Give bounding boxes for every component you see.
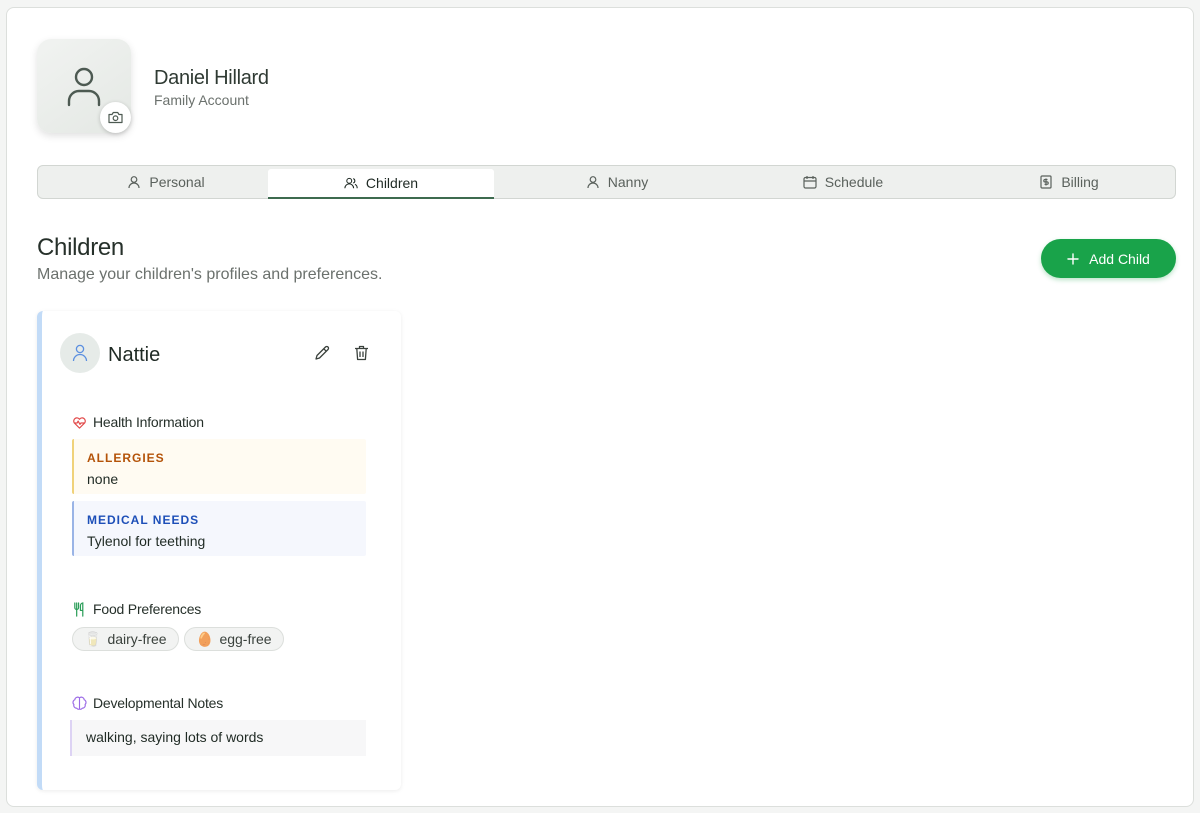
developmental-notes-value: walking, saying lots of words <box>86 729 264 745</box>
section-subtitle: Manage your children's profiles and pref… <box>37 266 383 283</box>
tab-label: Billing <box>1061 174 1099 190</box>
plus-icon <box>1067 252 1079 265</box>
child-card: Nattie Health Information ALLERGIES none… <box>37 311 401 790</box>
utensils-icon <box>74 601 84 617</box>
edit-child-button[interactable] <box>312 343 332 363</box>
delete-child-button[interactable] <box>351 343 371 363</box>
food-heading: Food Preferences <box>72 601 201 617</box>
tab-label: Schedule <box>824 174 884 190</box>
account-type: Family Account <box>154 92 249 108</box>
medical-needs-box: MEDICAL NEEDS Tylenol for teething <box>72 501 366 556</box>
profile-tabs: Personal Children Nanny Schedule Billing <box>37 165 1176 199</box>
chip-emoji: 🥚 <box>196 630 214 647</box>
tab-label: Personal <box>149 174 205 190</box>
tab-label: Children <box>365 175 419 191</box>
food-chip: 🥛 dairy-free <box>72 627 179 651</box>
pencil-icon <box>315 345 330 360</box>
profile-panel: Daniel Hillard Family Account Personal C… <box>6 7 1194 807</box>
tab-children[interactable]: Children <box>268 169 494 199</box>
chip-label: dairy-free <box>107 631 167 647</box>
profile-name: Daniel Hillard <box>154 67 269 89</box>
developmental-heading-label: Developmental Notes <box>93 695 224 711</box>
add-child-button[interactable]: Add Child <box>1041 239 1176 278</box>
calendar-icon <box>803 176 817 189</box>
users-icon <box>344 177 358 189</box>
camera-icon <box>108 111 123 124</box>
chip-label: egg-free <box>219 631 272 647</box>
trash-icon <box>354 345 368 361</box>
food-chip: 🥚 egg-free <box>184 627 284 651</box>
food-heading-label: Food Preferences <box>93 601 202 617</box>
allergies-value: none <box>87 471 119 487</box>
child-avatar <box>60 333 100 373</box>
change-photo-button[interactable] <box>100 102 131 133</box>
add-child-label: Add Child <box>1089 250 1150 267</box>
child-name: Nattie <box>108 344 161 366</box>
user-icon <box>587 176 599 189</box>
health-heading-label: Health Information <box>93 414 204 430</box>
tab-nanny[interactable]: Nanny <box>504 166 730 198</box>
tab-personal[interactable]: Personal <box>53 166 279 198</box>
user-icon <box>128 176 140 189</box>
allergies-box: ALLERGIES none <box>72 439 366 494</box>
receipt-icon <box>1040 175 1052 189</box>
chip-emoji: 🥛 <box>84 630 102 647</box>
user-icon <box>67 67 101 107</box>
tab-label: Nanny <box>607 174 649 190</box>
medical-needs-value: Tylenol for teething <box>87 533 206 549</box>
section-title: Children <box>37 234 124 261</box>
developmental-heading: Developmental Notes <box>72 695 223 711</box>
tab-billing[interactable]: Billing <box>956 166 1182 198</box>
health-heading: Health Information <box>72 414 204 430</box>
medical-needs-label: MEDICAL NEEDS <box>87 513 200 527</box>
tab-schedule[interactable]: Schedule <box>730 166 956 198</box>
developmental-notes-box: walking, saying lots of words <box>70 720 366 756</box>
brain-icon <box>72 696 87 710</box>
allergies-label: ALLERGIES <box>87 451 165 465</box>
user-icon <box>72 344 88 362</box>
heart-pulse-icon <box>73 416 86 429</box>
